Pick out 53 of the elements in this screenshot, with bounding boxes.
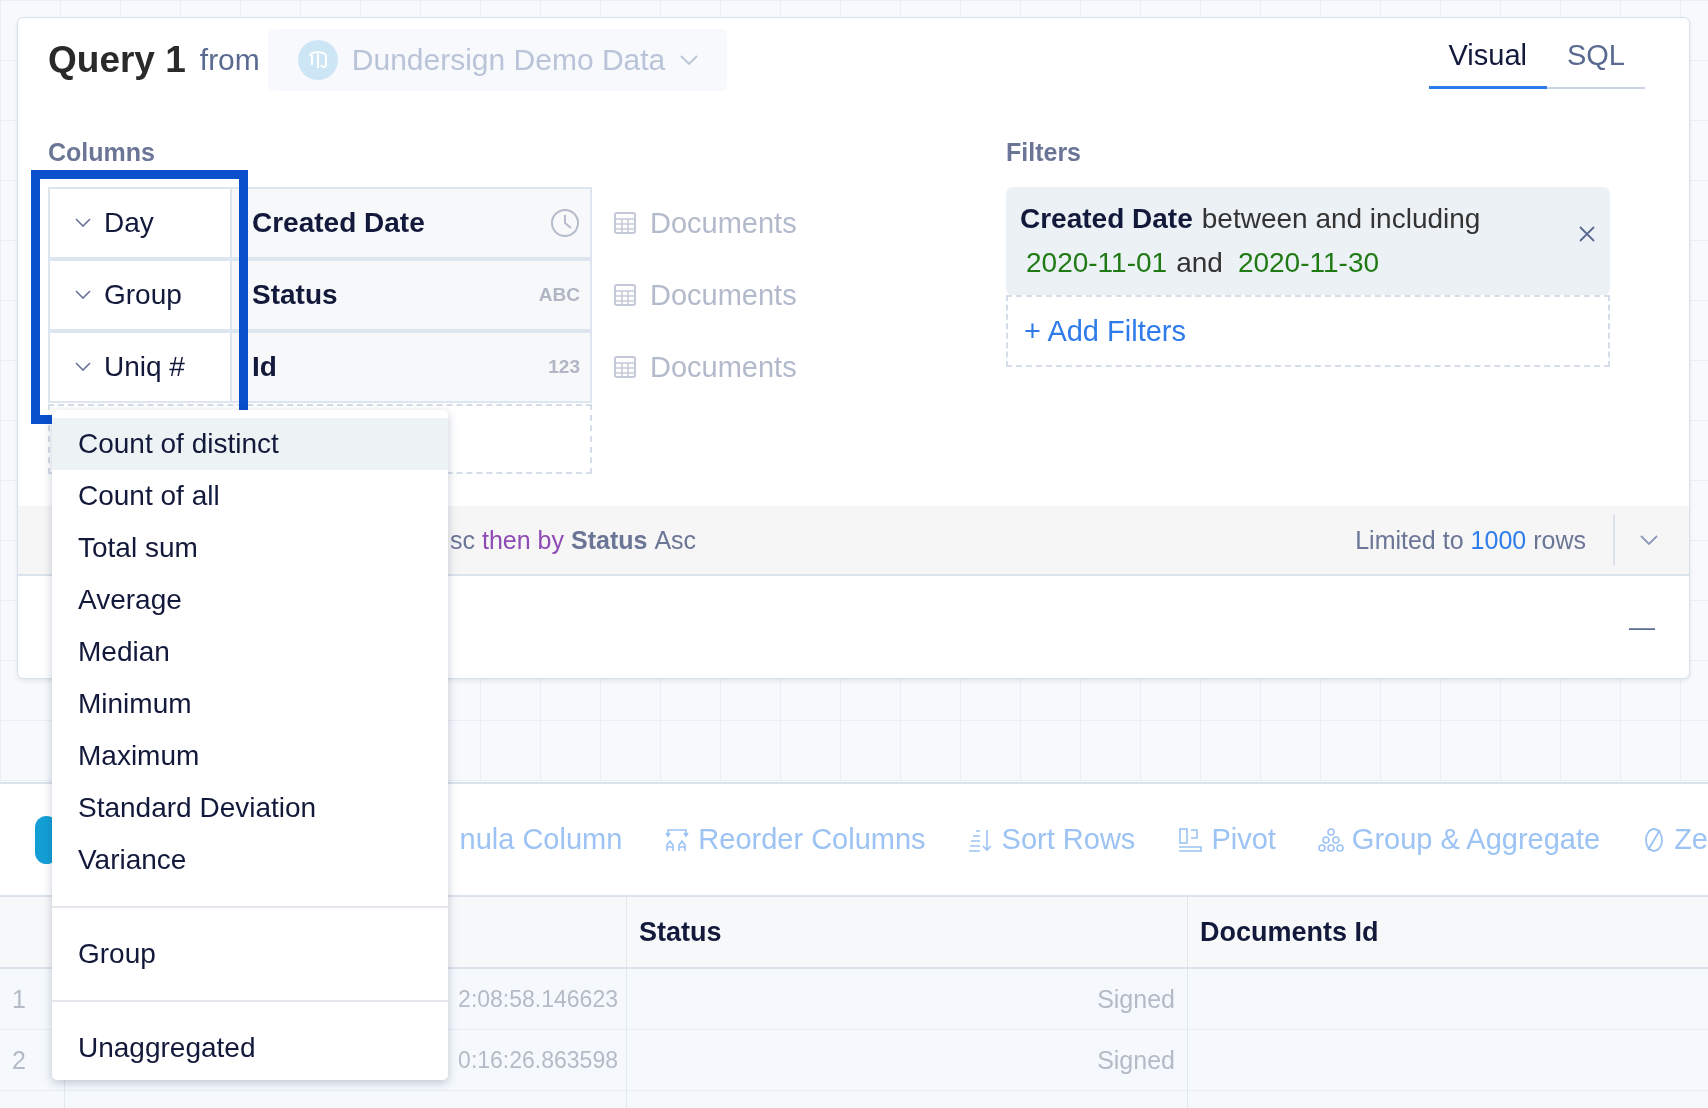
- reorder-icon: [664, 826, 691, 853]
- chevron-down-icon: [74, 289, 92, 301]
- row-number: 2: [12, 1045, 26, 1075]
- table-icon: [614, 212, 636, 234]
- menu-item[interactable]: Count of all: [52, 470, 448, 522]
- menu-item[interactable]: Total sum: [52, 522, 448, 574]
- row-number: 1: [12, 984, 26, 1014]
- column-header[interactable]: Status: [639, 916, 722, 948]
- chevron-down-icon: [74, 217, 92, 229]
- add-filters-button[interactable]: + Add Filters: [1006, 295, 1610, 367]
- column-field[interactable]: Created Date: [232, 187, 592, 259]
- column-field[interactable]: Id 123: [232, 331, 592, 403]
- row-limit[interactable]: Limited to 1000 rows: [1355, 515, 1615, 565]
- menu-item[interactable]: Unaggregated: [52, 1022, 448, 1074]
- filter-condition: Created Date between and including 2020-11-01 and 2020-11-30: [1020, 202, 1482, 280]
- filter-chip[interactable]: Created Date between and including 2020-11-01 and 2020-11-30: [1006, 187, 1610, 295]
- database-icon: [297, 40, 338, 80]
- table-cell: Signed: [1097, 1045, 1175, 1075]
- column-field[interactable]: Status ABC: [232, 259, 592, 331]
- table-cell: 0:16:26.863598: [458, 1046, 618, 1074]
- sort-summary: sc then by Status Asc: [450, 525, 698, 555]
- view-tab[interactable]: SQL: [1546, 31, 1645, 89]
- aggregate-dropdown[interactable]: Group: [48, 259, 232, 331]
- circles-icon: [1317, 826, 1344, 853]
- menu-item[interactable]: Average: [52, 574, 448, 626]
- menu-item[interactable]: Median: [52, 626, 448, 678]
- menu-item[interactable]: Count of distinct: [52, 418, 448, 470]
- table-icon: [614, 356, 636, 378]
- table-name: Documents: [650, 206, 797, 240]
- from-label: from: [199, 43, 260, 77]
- menu-item[interactable]: Maximum: [52, 730, 448, 782]
- pivot-icon: [1177, 826, 1204, 853]
- table-name: Documents: [650, 278, 797, 312]
- menu-item[interactable]: Standard Deviation: [52, 782, 448, 834]
- view-tab[interactable]: Visual: [1428, 31, 1547, 89]
- query-title: Query 1: [48, 39, 186, 81]
- columns-heading: Columns: [48, 138, 156, 167]
- table-cell: 2:08:58.146623: [458, 985, 618, 1013]
- table-cell: Signed: [1097, 984, 1175, 1014]
- aggregate-dropdown[interactable]: Uniq #: [48, 331, 232, 403]
- column-header[interactable]: Documents Id: [1200, 916, 1379, 948]
- collapse-button[interactable]: —: [1623, 610, 1661, 644]
- aggregate-dropdown[interactable]: Day: [48, 187, 232, 259]
- menu-item[interactable]: Minimum: [52, 678, 448, 730]
- close-icon[interactable]: [1578, 225, 1596, 243]
- chevron-down-icon[interactable]: [1639, 534, 1659, 546]
- menu-item[interactable]: Variance: [52, 834, 448, 886]
- clock-icon: [550, 208, 580, 238]
- table-name: Documents: [650, 350, 797, 384]
- menu-item[interactable]: Group: [52, 928, 448, 980]
- chevron-down-icon: [74, 361, 92, 373]
- table-icon: [614, 284, 636, 306]
- filters-heading: Filters: [1006, 138, 1083, 167]
